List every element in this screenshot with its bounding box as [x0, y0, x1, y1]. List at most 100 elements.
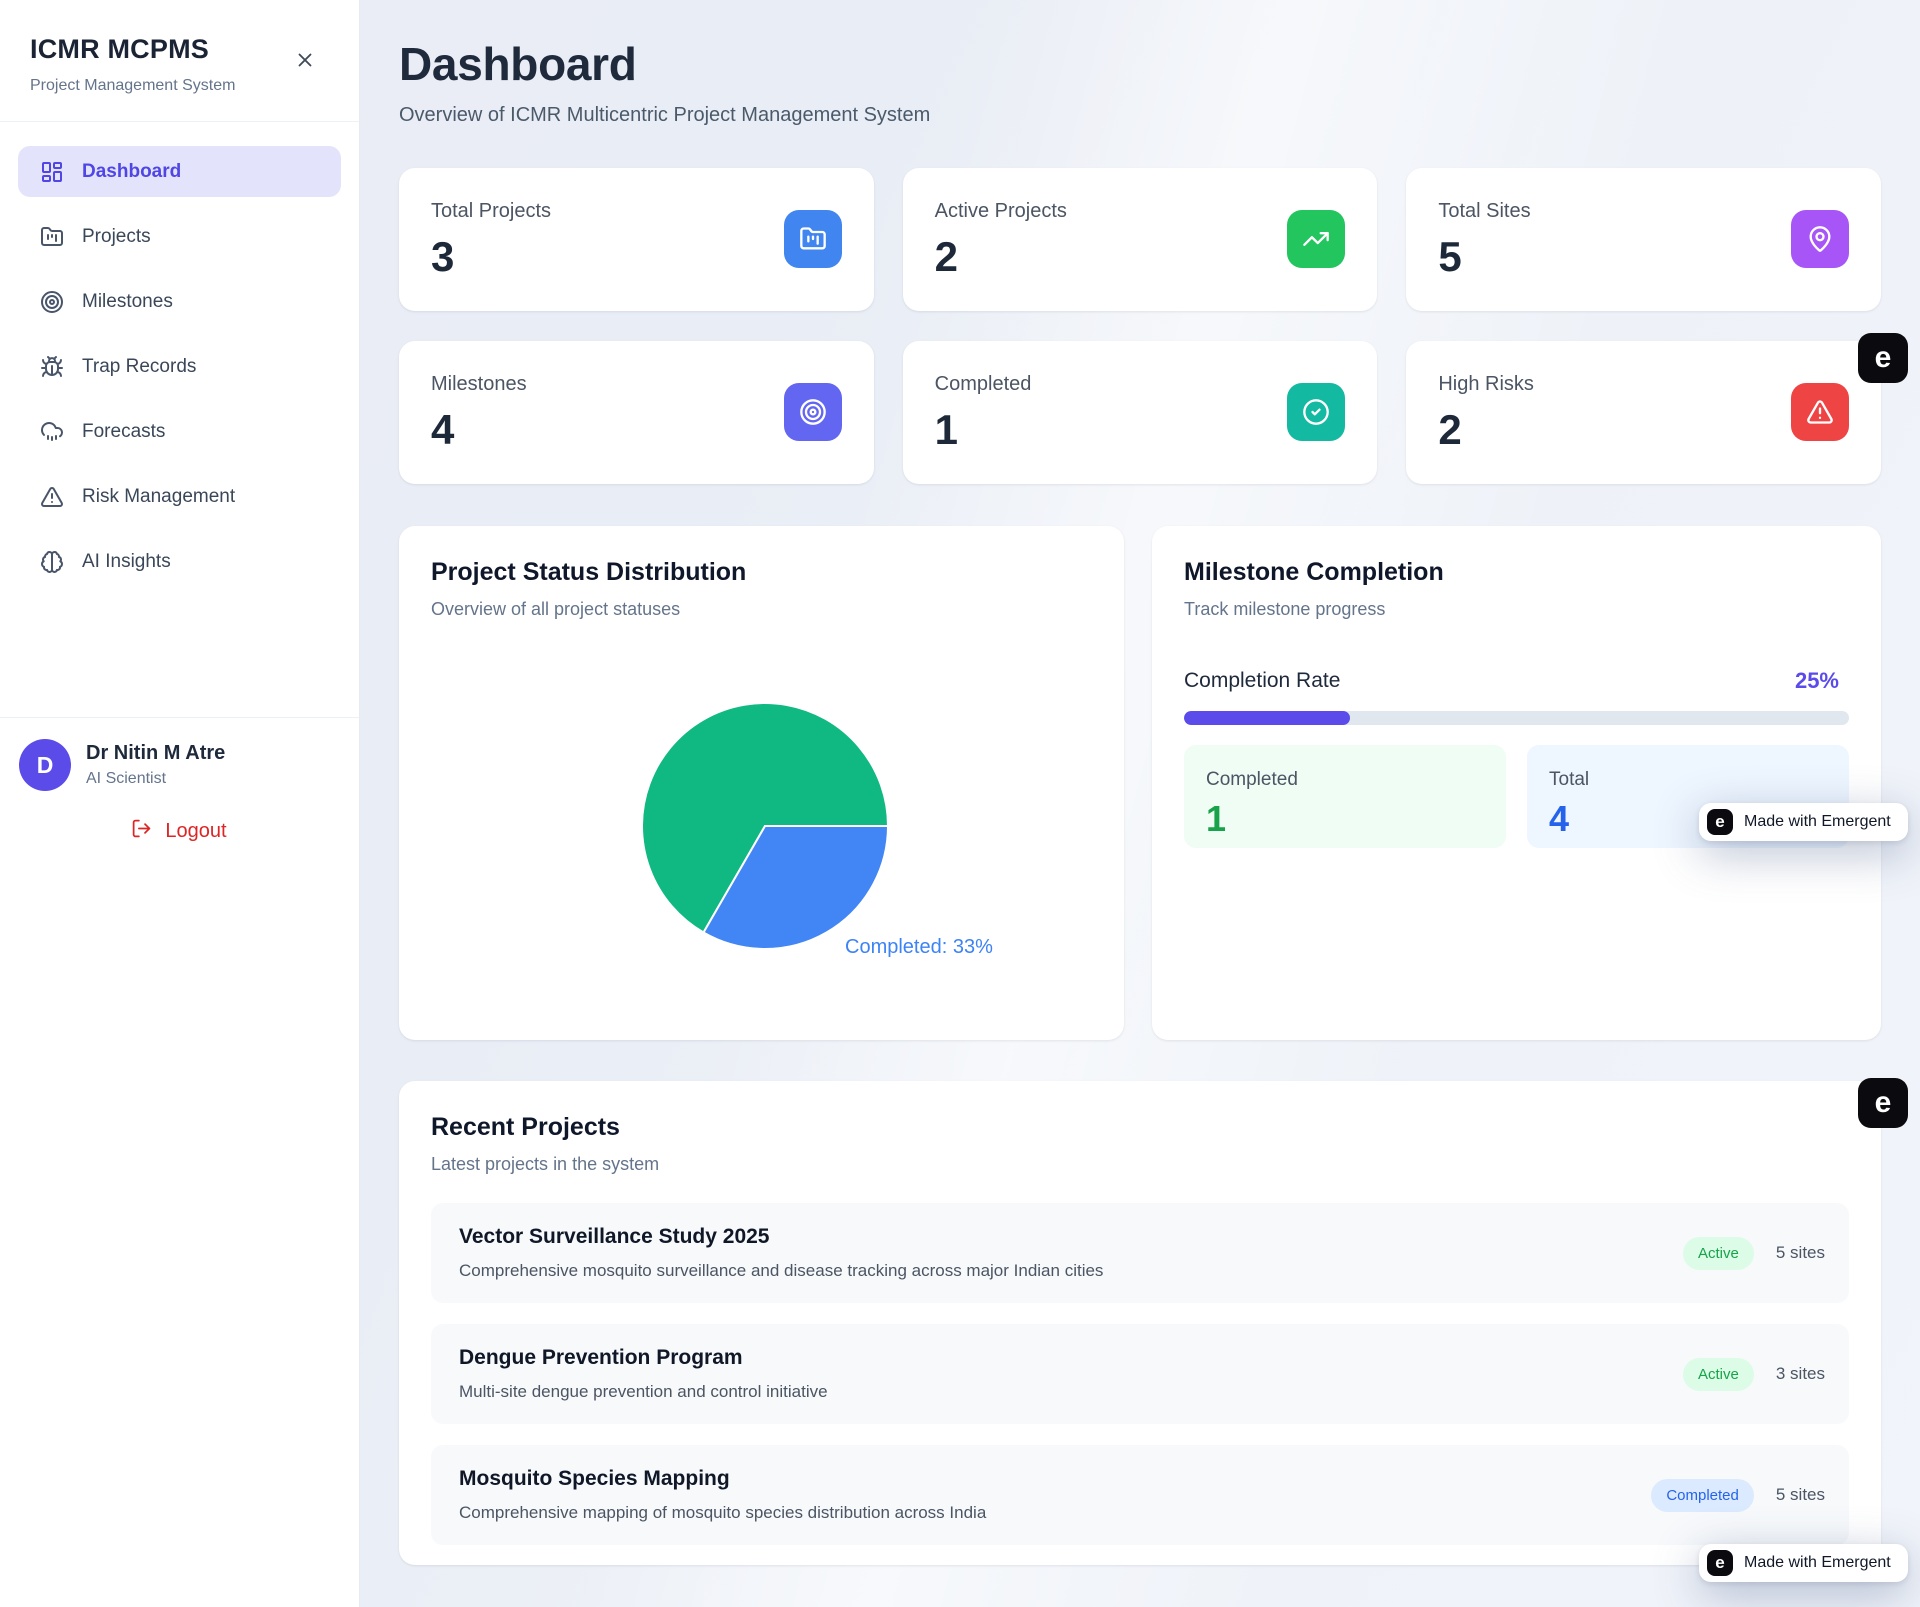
- stat-label: High Risks: [1438, 373, 1849, 396]
- sidebar-item-label: Risk Management: [82, 486, 235, 508]
- panel-title: Project Status Distribution: [431, 558, 1092, 587]
- stat-value: 3: [431, 233, 842, 281]
- project-name: Vector Surveillance Study 2025: [459, 1225, 1103, 1249]
- recent-projects-panel: Recent Projects Latest projects in the s…: [399, 1081, 1881, 1565]
- panel-subtitle: Track milestone progress: [1184, 599, 1849, 620]
- sidebar-item-projects[interactable]: Projects: [18, 211, 341, 262]
- sites-count: 5 sites: [1776, 1485, 1825, 1505]
- status-pie-chart: [640, 701, 890, 951]
- sidebar-item-label: Milestones: [82, 291, 173, 313]
- stat-card-high-risks: High Risks 2: [1406, 341, 1881, 484]
- panel-title: Recent Projects: [431, 1113, 1849, 1142]
- made-with-emergent-pill-bottom[interactable]: e Made with Emergent: [1699, 1544, 1908, 1582]
- stat-label: Active Projects: [935, 200, 1346, 223]
- emergent-logo: e: [1875, 341, 1892, 375]
- panel-subtitle: Overview of all project statuses: [431, 599, 1092, 620]
- sidebar-item-dashboard[interactable]: Dashboard: [18, 146, 341, 197]
- completion-progress-bar: [1184, 711, 1849, 725]
- emergent-logo: e: [1875, 1086, 1892, 1120]
- sites-count: 3 sites: [1776, 1364, 1825, 1384]
- stats-grid: Total Projects 3 Active Projects 2 Total…: [399, 168, 1881, 484]
- sidebar-user-section: D Dr Nitin M Atre AI Scientist Logout: [0, 717, 359, 845]
- project-description: Multi-site dengue prevention and control…: [459, 1382, 828, 1402]
- user-role: AI Scientist: [86, 770, 225, 788]
- sidebar-header: ICMR MCPMS Project Management System: [0, 0, 359, 122]
- logout-button[interactable]: Logout: [19, 818, 339, 845]
- map-pin-icon: [1791, 210, 1849, 268]
- sidebar-item-label: AI Insights: [82, 551, 171, 573]
- stat-label: Milestones: [431, 373, 842, 396]
- user-row: D Dr Nitin M Atre AI Scientist: [19, 739, 339, 791]
- sidebar-item-label: Trap Records: [82, 356, 196, 378]
- sidebar-item-trap-records[interactable]: Trap Records: [18, 341, 341, 392]
- sidebar-close-button[interactable]: [288, 44, 322, 78]
- sidebar-item-ai-insights[interactable]: AI Insights: [18, 536, 341, 587]
- stat-value: 1: [935, 406, 1346, 454]
- status-badge: Completed: [1651, 1479, 1754, 1512]
- status-badge: Active: [1683, 1358, 1754, 1391]
- project-row-vector-surveillance[interactable]: Vector Surveillance Study 2025 Comprehen…: [431, 1203, 1849, 1303]
- stat-card-completed: Completed 1: [903, 341, 1378, 484]
- sidebar-item-risk-management[interactable]: Risk Management: [18, 471, 341, 522]
- sidebar-item-forecasts[interactable]: Forecasts: [18, 406, 341, 457]
- triangle-alert-icon: [40, 485, 64, 509]
- stat-card-milestones: Milestones 4: [399, 341, 874, 484]
- folder-kanban-icon: [40, 225, 64, 249]
- logout-label: Logout: [165, 820, 226, 843]
- stat-label: Total Sites: [1438, 200, 1849, 223]
- page-title: Dashboard: [399, 40, 1881, 88]
- stat-label: Completed: [935, 373, 1346, 396]
- brain-icon: [40, 550, 64, 574]
- sidebar-item-milestones[interactable]: Milestones: [18, 276, 341, 327]
- project-list: Vector Surveillance Study 2025 Comprehen…: [431, 1203, 1849, 1545]
- project-name: Mosquito Species Mapping: [459, 1467, 986, 1491]
- folder-kanban-icon: [784, 210, 842, 268]
- sidebar-item-label: Forecasts: [82, 421, 165, 443]
- layout-dashboard-icon: [40, 160, 64, 184]
- completion-progress-fill: [1184, 711, 1350, 725]
- emergent-logo-badge-top[interactable]: e: [1858, 333, 1908, 383]
- emergent-logo: e: [1707, 809, 1733, 835]
- made-with-emergent-label: Made with Emergent: [1744, 1554, 1891, 1572]
- sidebar: ICMR MCPMS Project Management System Das…: [0, 0, 360, 1607]
- project-description: Comprehensive mapping of mosquito specie…: [459, 1503, 986, 1523]
- made-with-emergent-pill-top[interactable]: e Made with Emergent: [1699, 803, 1908, 841]
- project-name: Dengue Prevention Program: [459, 1346, 828, 1370]
- emergent-logo: e: [1707, 1550, 1733, 1576]
- stat-card-active-projects: Active Projects 2: [903, 168, 1378, 311]
- completion-rate-value: 25%: [1795, 668, 1839, 694]
- app-root: ICMR MCPMS Project Management System Das…: [0, 0, 1920, 1607]
- charts-row: Project Status Distribution Overview of …: [399, 526, 1881, 1040]
- close-icon: [294, 49, 316, 74]
- trending-up-icon: [1287, 210, 1345, 268]
- stat-card-total-projects: Total Projects 3: [399, 168, 874, 311]
- logout-icon: [131, 818, 152, 845]
- cloud-rain-icon: [40, 420, 64, 444]
- status-badge: Active: [1683, 1237, 1754, 1270]
- project-row-dengue-prevention[interactable]: Dengue Prevention Program Multi-site den…: [431, 1324, 1849, 1424]
- stat-label: Total Projects: [431, 200, 842, 223]
- sidebar-item-label: Dashboard: [82, 161, 181, 183]
- milestone-completed-label: Completed: [1206, 769, 1484, 791]
- triangle-alert-icon: [1791, 383, 1849, 441]
- bug-icon: [40, 355, 64, 379]
- page-subtitle: Overview of ICMR Multicentric Project Ma…: [399, 104, 1881, 127]
- project-status-panel: Project Status Distribution Overview of …: [399, 526, 1124, 1040]
- project-description: Comprehensive mosquito surveillance and …: [459, 1261, 1103, 1281]
- made-with-emergent-label: Made with Emergent: [1744, 813, 1891, 831]
- sites-count: 5 sites: [1776, 1243, 1825, 1263]
- project-row-mosquito-mapping[interactable]: Mosquito Species Mapping Comprehensive m…: [431, 1445, 1849, 1545]
- stat-value: 4: [431, 406, 842, 454]
- completion-rate-row: Completion Rate 25%: [1184, 668, 1849, 694]
- panel-title: Milestone Completion: [1184, 558, 1849, 587]
- sidebar-nav: Dashboard Projects Milestones Trap Recor…: [0, 122, 359, 587]
- target-icon: [40, 290, 64, 314]
- stat-value: 2: [1438, 406, 1849, 454]
- avatar: D: [19, 739, 71, 791]
- emergent-logo-badge-bottom[interactable]: e: [1858, 1078, 1908, 1128]
- milestone-total-label: Total: [1549, 769, 1827, 791]
- pie-slice-label: Completed: 33%: [845, 936, 993, 959]
- stat-value: 2: [935, 233, 1346, 281]
- stat-card-total-sites: Total Sites 5: [1406, 168, 1881, 311]
- stat-value: 5: [1438, 233, 1849, 281]
